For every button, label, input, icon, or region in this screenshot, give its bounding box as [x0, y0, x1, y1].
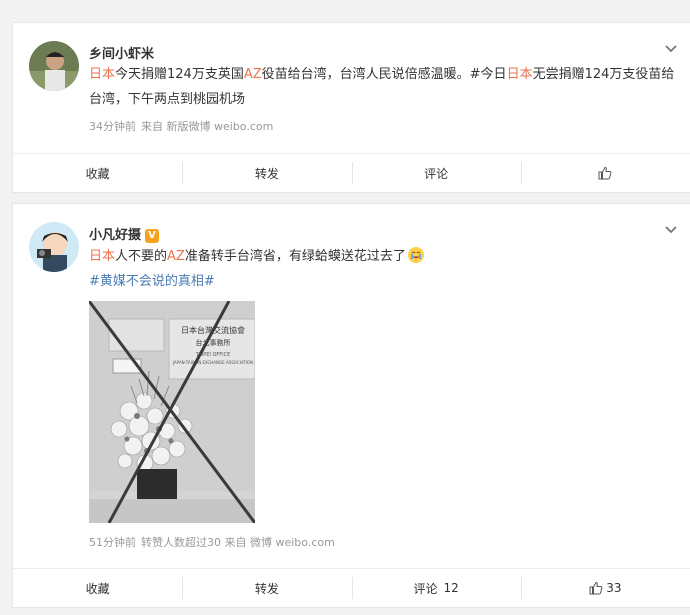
verified-badge-icon: V	[145, 229, 160, 243]
post-meta: 51分钟前 转赞人数超过30 来自 微博 weibo.com	[89, 534, 340, 550]
comment-label: 评论	[424, 166, 449, 181]
post-time[interactable]: 34分钟前	[89, 120, 136, 133]
post-text-segment: 准备转手台湾省，有绿蛤蟆送花过去了	[184, 249, 406, 264]
post-text-segment: 今天捐赠124万支英国	[115, 67, 244, 82]
repost-label: 转发	[254, 166, 279, 181]
weibo-post-card: 乡间小虾米 日本今天捐赠124万支英国AZ役苗给台湾，台湾人民说倍感温暖。#今日…	[12, 22, 690, 193]
post-text: 日本人不要的AZ准备转手台湾省，有绿蛤蟆送花过去了	[89, 244, 679, 269]
favorite-label: 收藏	[85, 166, 110, 181]
post-time[interactable]: 51分钟前	[89, 536, 136, 549]
keyword-link[interactable]: 日本	[507, 67, 533, 82]
username[interactable]: 小凡好摄 V	[89, 224, 160, 243]
like-button[interactable]	[520, 154, 690, 192]
comment-button[interactable]: 评论	[351, 154, 521, 192]
post-source[interactable]: 转赞人数超过30 来自 微博 weibo.com	[141, 536, 335, 549]
keyword-link[interactable]: 日本	[89, 249, 115, 264]
comment-label: 评论	[413, 581, 438, 596]
post-image[interactable]: 日本台灣交流協會 台北事務所 TAIPEI OFFICE JAPAN-TAIWA…	[89, 301, 255, 523]
username-text: 小凡好摄	[89, 228, 142, 243]
username[interactable]: 乡间小虾米	[89, 43, 154, 62]
post-meta: 34分钟前 来自 新版微博 weibo.com	[89, 118, 278, 134]
like-count: 33	[606, 581, 622, 595]
user-avatar[interactable]	[29, 41, 79, 91]
like-button[interactable]: 33	[520, 569, 690, 607]
chevron-down-icon[interactable]	[662, 41, 680, 59]
comment-button[interactable]: 评论 12	[351, 569, 521, 607]
keyword-link[interactable]: AZ	[244, 67, 262, 82]
crying-emoji-icon	[407, 247, 424, 263]
repost-button[interactable]: 转发	[182, 154, 351, 192]
weibo-post-card: 小凡好摄 V 日本人不要的AZ准备转手台湾省，有绿蛤蟆送花过去了 #黄媒不会说的真…	[12, 203, 690, 608]
comment-count: 12	[443, 581, 459, 595]
topic-link[interactable]: #黄媒不会说的真相#	[89, 274, 215, 289]
repost-button[interactable]: 转发	[182, 569, 351, 607]
sign-line-2: 台北事務所	[196, 338, 231, 347]
favorite-button[interactable]: 收藏	[13, 154, 182, 192]
keyword-link[interactable]: 日本	[89, 67, 115, 82]
chevron-down-icon[interactable]	[662, 222, 680, 240]
keyword-link[interactable]: AZ	[167, 249, 185, 264]
post-text-segment: 役苗给台湾，台湾人民说倍感温暖。#今日	[261, 67, 507, 82]
thumbs-up-icon	[598, 166, 612, 180]
favorite-button[interactable]: 收藏	[13, 569, 182, 607]
favorite-label: 收藏	[85, 581, 110, 596]
sign-line-4: JAPAN-TAIWAN EXCHANGE ASSOCIATION	[172, 360, 253, 365]
post-actions: 收藏 转发 评论	[13, 153, 690, 192]
thumbs-up-icon	[589, 581, 603, 595]
repost-label: 转发	[254, 581, 279, 596]
post-source[interactable]: 来自 新版微博 weibo.com	[141, 120, 273, 133]
post-text-segment: 人不要的	[115, 249, 168, 264]
post-actions: 收藏 转发 评论 12 33	[13, 568, 690, 607]
user-avatar[interactable]	[29, 222, 79, 272]
post-text: 日本今天捐赠124万支英国AZ役苗给台湾，台湾人民说倍感温暖。#今日日本无尝捐赠…	[89, 62, 679, 112]
post-topic-line: #黄媒不会说的真相#	[89, 269, 679, 294]
